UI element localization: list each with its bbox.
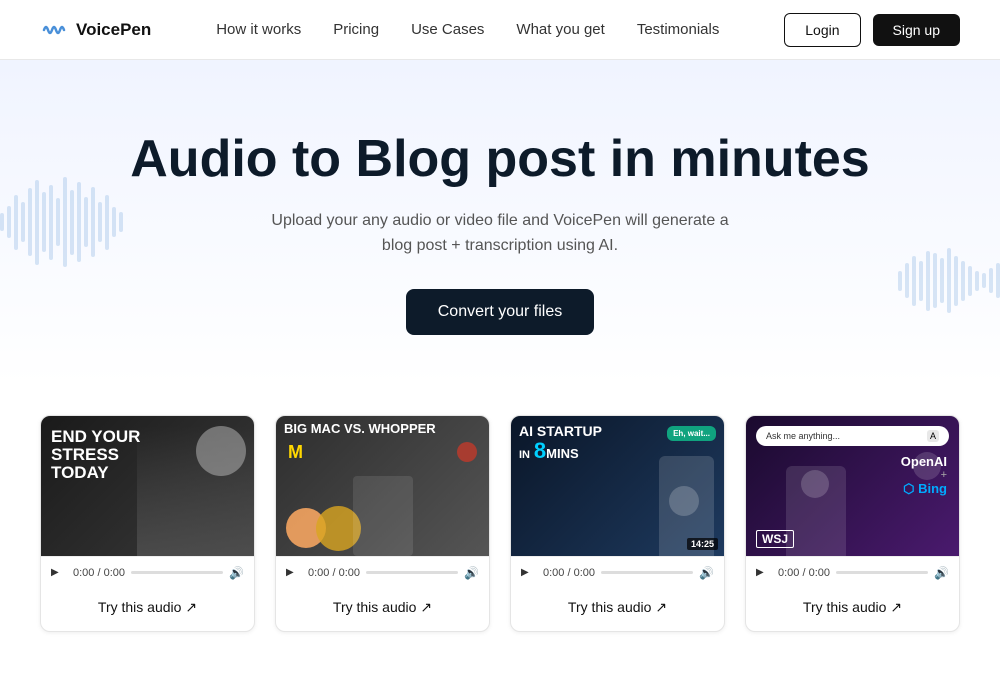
audio-time-3: 0:00 / 0:00 bbox=[543, 567, 595, 579]
play-icon-4[interactable]: ▶ bbox=[756, 565, 772, 581]
logo-icon bbox=[40, 16, 68, 44]
signup-button[interactable]: Sign up bbox=[873, 14, 960, 46]
card-4-footer: Try this audio bbox=[746, 589, 959, 631]
card-3-footer: Try this audio bbox=[511, 589, 724, 631]
play-icon-1[interactable]: ▶ bbox=[51, 565, 67, 581]
play-icon-3[interactable]: ▶ bbox=[521, 565, 537, 581]
nav-testimonials[interactable]: Testimonials bbox=[637, 21, 720, 38]
audio-progress-2[interactable] bbox=[366, 571, 458, 574]
try-audio-link-4[interactable]: Try this audio bbox=[803, 599, 902, 615]
card-1-thumbnail: END YOURSTRESSTODAY bbox=[41, 416, 254, 556]
nav-links: How it works Pricing Use Cases What you … bbox=[216, 21, 719, 38]
login-button[interactable]: Login bbox=[784, 13, 860, 47]
card-1-footer: Try this audio bbox=[41, 589, 254, 631]
audio-card-1: END YOURSTRESSTODAY ▶ 0:00 / 0:00 🔊 Try … bbox=[40, 415, 255, 632]
try-audio-link-2[interactable]: Try this audio bbox=[333, 599, 432, 615]
nav-what-you-get[interactable]: What you get bbox=[516, 21, 604, 38]
card-2-footer: Try this audio bbox=[276, 589, 489, 631]
try-audio-link-3[interactable]: Try this audio bbox=[568, 599, 667, 615]
audio-card-3: AI STARTUPIn 8mins Eh, wait... 14:25 ▶ 0… bbox=[510, 415, 725, 632]
cards-section: END YOURSTRESSTODAY ▶ 0:00 / 0:00 🔊 Try … bbox=[0, 385, 1000, 682]
cards-grid: END YOURSTRESSTODAY ▶ 0:00 / 0:00 🔊 Try … bbox=[40, 415, 960, 632]
nav-actions: Login Sign up bbox=[784, 13, 960, 47]
logo[interactable]: VoicePen bbox=[40, 16, 151, 44]
audio-card-2: BIG MAC VS. WHOPPER M ▶ 0:00 / 0:00 🔊 Tr… bbox=[275, 415, 490, 632]
volume-icon-2[interactable]: 🔊 bbox=[464, 566, 479, 580]
nav-how-it-works[interactable]: How it works bbox=[216, 21, 301, 38]
card-1-audio-bar: ▶ 0:00 / 0:00 🔊 bbox=[41, 556, 254, 589]
volume-icon-3[interactable]: 🔊 bbox=[699, 566, 714, 580]
nav-use-cases[interactable]: Use Cases bbox=[411, 21, 484, 38]
card-2-audio-bar: ▶ 0:00 / 0:00 🔊 bbox=[276, 556, 489, 589]
audio-progress-3[interactable] bbox=[601, 571, 693, 574]
logo-text: VoicePen bbox=[76, 20, 151, 40]
convert-button[interactable]: Convert your files bbox=[406, 289, 595, 335]
waveform-right bbox=[898, 246, 1000, 316]
audio-card-4: Ask me anything... A OpenAI + ⬡ Bing WSJ bbox=[745, 415, 960, 632]
audio-time-2: 0:00 / 0:00 bbox=[308, 567, 360, 579]
hero-subtitle: Upload your any audio or video file and … bbox=[260, 208, 740, 259]
nav-pricing[interactable]: Pricing bbox=[333, 21, 379, 38]
card-4-audio-bar: ▶ 0:00 / 0:00 🔊 bbox=[746, 556, 959, 589]
try-audio-link-1[interactable]: Try this audio bbox=[98, 599, 197, 615]
audio-progress-4[interactable] bbox=[836, 571, 928, 574]
volume-icon-1[interactable]: 🔊 bbox=[229, 566, 244, 580]
card-4-thumbnail: Ask me anything... A OpenAI + ⬡ Bing WSJ bbox=[746, 416, 959, 556]
audio-time-1: 0:00 / 0:00 bbox=[73, 567, 125, 579]
hero-title: Audio to Blog post in minutes bbox=[20, 130, 980, 190]
play-icon-2[interactable]: ▶ bbox=[286, 565, 302, 581]
volume-icon-4[interactable]: 🔊 bbox=[934, 566, 949, 580]
navbar: VoicePen How it works Pricing Use Cases … bbox=[0, 0, 1000, 60]
audio-progress-1[interactable] bbox=[131, 571, 223, 574]
card-3-thumbnail: AI STARTUPIn 8mins Eh, wait... 14:25 bbox=[511, 416, 724, 556]
card-3-audio-bar: ▶ 0:00 / 0:00 🔊 bbox=[511, 556, 724, 589]
card-2-thumbnail: BIG MAC VS. WHOPPER M bbox=[276, 416, 489, 556]
hero-section: Audio to Blog post in minutes Upload you… bbox=[0, 60, 1000, 385]
audio-time-4: 0:00 / 0:00 bbox=[778, 567, 830, 579]
